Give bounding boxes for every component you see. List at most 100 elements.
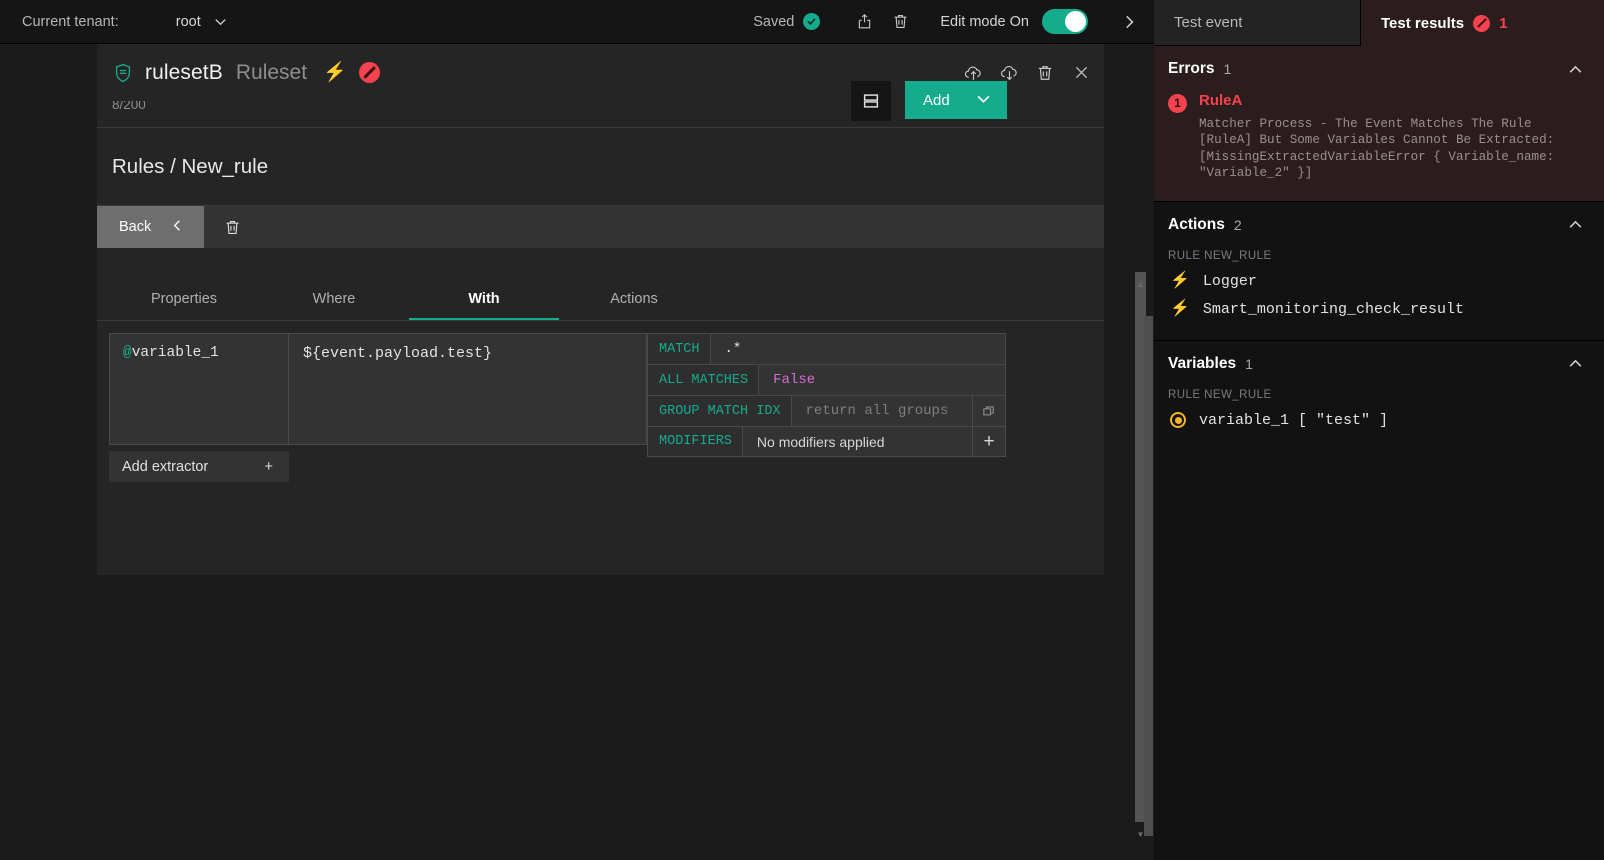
variables-header: Variables 1 (1154, 341, 1604, 387)
variable-item[interactable]: variable_1 [ "test" ] (1154, 401, 1604, 429)
bolt-icon: ⚡ (1170, 300, 1190, 318)
error-index: 1 (1168, 94, 1187, 113)
action-item-smart-monitoring[interactable]: ⚡ Smart_monitoring_check_result (1154, 290, 1604, 318)
panel-scrollbar-thumb[interactable] (1144, 316, 1153, 836)
top-toolbar: Current tenant: root Saved Edit mode On (0, 0, 1104, 44)
error-rule-name: RuleA (1199, 92, 1243, 109)
close-icon[interactable] (1063, 55, 1099, 91)
tab-test-results-label: Test results (1381, 14, 1465, 32)
prop-row-all-matches: ALL MATCHES False (647, 364, 1006, 395)
error-count: 1 (1499, 14, 1508, 32)
add-button-label: Add (923, 91, 950, 109)
actions-title: Actions (1168, 215, 1225, 233)
expand-panel-button[interactable] (1104, 0, 1154, 44)
tab-spacer (97, 248, 1104, 279)
app-root: Current tenant: root Saved Edit mode On … (0, 0, 1604, 860)
action-label: Smart_monitoring_check_result (1202, 300, 1464, 318)
radio-dot-icon (1170, 412, 1186, 429)
add-extractor-label: Add extractor (122, 458, 209, 475)
scroll-up-icon[interactable]: ▲ (1134, 278, 1147, 291)
bolt-icon: ⚡ (323, 62, 347, 83)
char-counter: 8/200 (112, 101, 146, 112)
variables-title: Variables (1168, 354, 1237, 372)
back-button[interactable]: Back (97, 206, 204, 248)
add-button[interactable]: Add (905, 81, 1007, 119)
actions-header: Actions 2 (1154, 202, 1604, 248)
error-icon (1473, 14, 1491, 32)
disabled-icon (358, 62, 380, 83)
prop-value-modifiers: No modifiers applied (742, 427, 972, 456)
copy-icon[interactable] (972, 396, 1005, 426)
prop-value-group-match-idx[interactable]: return all groups (791, 396, 972, 426)
extractor-panel: @variable_1 Add extractor + ${event.payl… (97, 321, 1104, 482)
error-body: RuleA Matcher Process - The Event Matche… (1199, 92, 1569, 182)
extractor-properties: MATCH .* ALL MATCHES False GROUP MATCH I… (647, 333, 1006, 457)
delete-rule-button[interactable] (204, 206, 260, 248)
tab-test-event[interactable]: Test event (1154, 0, 1361, 46)
tab-test-results[interactable]: Test results 1 (1361, 0, 1604, 46)
errors-section: Errors 1 1 RuleA Matcher Process - The E… (1154, 46, 1604, 201)
extractor-variable-name[interactable]: @variable_1 (109, 333, 289, 445)
check-icon (803, 13, 821, 30)
actions-section: Actions 2 RULE NEW_RULE ⚡ Logger ⚡ Smart… (1154, 200, 1604, 340)
test-panel-tabs: Test event Test results 1 (1154, 0, 1604, 46)
tab-properties[interactable]: Properties (109, 279, 259, 320)
expression-text: ${event.payload.test} (303, 345, 493, 362)
extractor-expression[interactable]: ${event.payload.test} (289, 333, 647, 445)
prop-value-match[interactable]: .* (710, 334, 1005, 364)
ruleset-type: Ruleset (235, 60, 308, 84)
tab-with[interactable]: With (409, 279, 559, 320)
prop-row-modifiers: MODIFIERS No modifiers applied + (647, 426, 1006, 457)
prop-label-match: MATCH (648, 334, 711, 364)
variables-section: Variables 1 RULE NEW_RULE variable_1 [ "… (1154, 339, 1604, 429)
tenant-label: Current tenant: (22, 13, 119, 30)
errors-count: 1 (1223, 61, 1232, 77)
trash-icon[interactable] (882, 4, 918, 40)
prop-row-group-match-idx: GROUP MATCH IDX return all groups (647, 395, 1006, 426)
tab-where[interactable]: Where (259, 279, 409, 320)
left-rail (0, 44, 97, 860)
ruleset-editor: rulesetB Ruleset ⚡ 8/200 Rules / New_rul… (97, 44, 1104, 860)
edit-mode-toggle[interactable] (1042, 9, 1088, 34)
tab-actions[interactable]: Actions (559, 279, 709, 320)
tenant-value[interactable]: root (176, 14, 201, 30)
prop-label-all-matches: ALL MATCHES (648, 365, 760, 395)
rule-tabs: Properties Where With Actions (97, 279, 1104, 321)
variable-label: variable_1 [ "test" ] (1199, 411, 1389, 429)
export-icon[interactable] (846, 4, 882, 40)
chevron-up-icon[interactable] (1567, 216, 1584, 233)
prop-row-match: MATCH .* (647, 333, 1006, 364)
edit-mode-label: Edit mode On (940, 13, 1029, 30)
add-extractor-button[interactable]: Add extractor + (109, 451, 289, 482)
actions-count: 2 (1233, 216, 1242, 233)
saved-label: Saved (753, 13, 795, 30)
prop-label-modifiers: MODIFIERS (648, 427, 743, 456)
variables-rule-subheading: RULE NEW_RULE (1168, 388, 1272, 401)
add-modifier-button[interactable]: + (972, 427, 1005, 456)
breadcrumb-row: Rules / New_rule (97, 128, 1104, 206)
at-symbol: @ (123, 345, 132, 361)
chevron-down-icon[interactable] (213, 14, 228, 29)
shield-icon (112, 62, 134, 84)
prop-label-group-match-idx: GROUP MATCH IDX (648, 396, 792, 426)
test-panel: Test event Test results 1 Errors 1 1 Rul… (1154, 0, 1604, 860)
toolbar-actions: Saved Edit mode On (753, 4, 1104, 40)
trash-icon[interactable] (1027, 55, 1063, 91)
error-item: 1 RuleA Matcher Process - The Event Matc… (1154, 92, 1604, 182)
ruleset-name: rulesetB (145, 60, 223, 84)
action-label: Logger (1202, 272, 1257, 290)
error-message: Matcher Process - The Event Matches The … (1199, 117, 1555, 181)
editor-body: 8/200 Rules / New_rule Back Properties W… (97, 101, 1104, 575)
editor-footer (97, 575, 1104, 860)
extractor-name-column: @variable_1 Add extractor + (109, 333, 289, 482)
chevron-up-icon[interactable] (1567, 355, 1584, 372)
action-item-logger[interactable]: ⚡ Logger (1154, 262, 1604, 290)
actions-rule-subheading: RULE NEW_RULE (1168, 249, 1272, 262)
variable-name-text: variable_1 (131, 345, 219, 361)
prop-value-all-matches[interactable]: False (759, 365, 1005, 395)
chevron-left-icon (170, 218, 185, 237)
chevron-up-icon[interactable] (1567, 61, 1584, 78)
variables-count: 1 (1245, 355, 1253, 372)
rule-toolbar: Back (97, 206, 1104, 248)
split-view-button[interactable] (851, 81, 891, 121)
